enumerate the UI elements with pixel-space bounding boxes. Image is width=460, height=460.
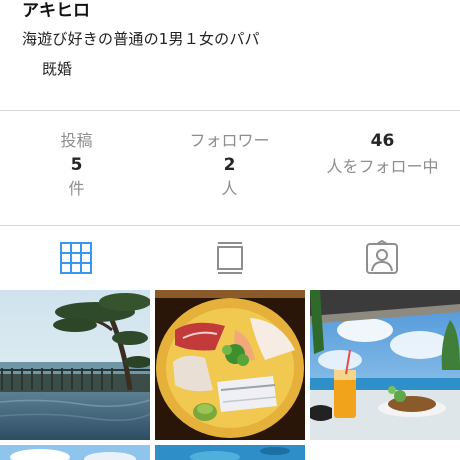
- grid-icon: [60, 242, 92, 274]
- divider-middle: [0, 225, 460, 226]
- bio-line-1: 海遊び好きの普通の1男１女のパパ: [22, 30, 260, 48]
- photo-tile-beach-partial[interactable]: [0, 445, 150, 460]
- beach-cafe-photo: [310, 290, 460, 440]
- stat-posts[interactable]: 投稿 5 件: [0, 130, 153, 200]
- infinity-pool-photo: [0, 290, 150, 440]
- beach-partial-photo: [0, 445, 150, 460]
- stat-posts-unit: 件: [68, 179, 85, 198]
- photo-tile-underwater-partial[interactable]: [155, 445, 305, 460]
- tab-grid[interactable]: [58, 240, 94, 276]
- stat-followers-unit: 人: [221, 179, 238, 198]
- photo-tile-sashimi[interactable]: [155, 290, 305, 440]
- stat-following-value: 46: [370, 131, 395, 151]
- stat-following[interactable]: 46 人をフォロー中: [306, 130, 459, 182]
- tab-feed[interactable]: [212, 240, 248, 276]
- bio-line-2: 既婚: [42, 60, 73, 78]
- tab-tagged[interactable]: [364, 240, 400, 276]
- divider-top: [0, 110, 460, 111]
- profile-name: アキヒロ: [22, 1, 90, 21]
- stat-posts-label: 投稿: [60, 131, 93, 150]
- stat-followers-label: フォロワー: [189, 131, 270, 150]
- stat-following-label: 人をフォロー中: [326, 157, 439, 176]
- stat-posts-value: 5: [70, 155, 83, 175]
- photo-tile-pool[interactable]: [0, 290, 150, 440]
- sashimi-photo: [155, 290, 305, 440]
- photo-tile-beach-cafe[interactable]: [310, 290, 460, 440]
- stat-followers[interactable]: フォロワー 2 人: [153, 130, 306, 200]
- tagged-person-icon: [366, 240, 398, 274]
- underwater-partial-photo: [155, 445, 305, 460]
- stat-followers-value: 2: [223, 155, 236, 175]
- feed-icon: [217, 242, 243, 274]
